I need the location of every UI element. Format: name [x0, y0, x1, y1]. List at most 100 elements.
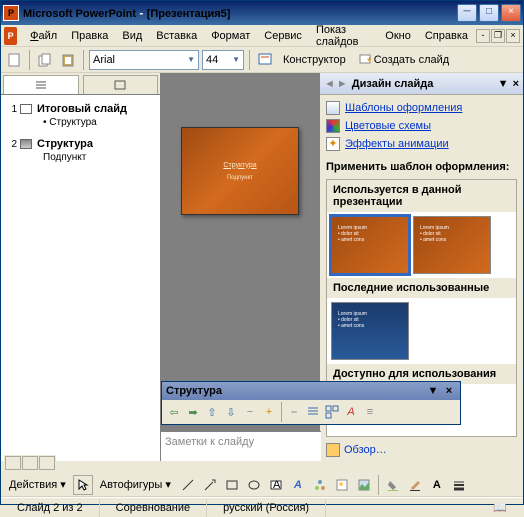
browse-link[interactable]: Обзор… [344, 444, 387, 456]
font-combo[interactable]: Arial▼ [89, 50, 199, 70]
drawing-toolbar: Действия ▾ Автофигуры ▾ A A A [1, 473, 523, 497]
normal-view-button[interactable] [5, 456, 21, 470]
copy-icon[interactable] [35, 50, 55, 70]
select-icon[interactable] [73, 475, 93, 495]
pane-close-icon[interactable]: × [513, 78, 519, 90]
menu-help[interactable]: Справка [418, 28, 475, 44]
nav-fwd-icon[interactable]: ► [337, 78, 348, 90]
nav-back-icon[interactable]: ◄ [324, 78, 335, 90]
spellcheck-icon[interactable]: 📖 [493, 501, 507, 514]
font-color-icon[interactable]: A [427, 475, 447, 495]
menu-window[interactable]: Окно [378, 28, 418, 44]
templates-link[interactable]: Шаблоны оформления [345, 102, 462, 114]
status-slide: Слайд 2 из 2 [1, 499, 100, 517]
collapse-icon[interactable]: − [241, 403, 259, 421]
main-area: 1Итоговый слайд Структура 2Структура Под… [1, 73, 523, 461]
menu-format[interactable]: Формат [204, 28, 257, 44]
doc-minimize-button[interactable]: - [476, 29, 490, 43]
paste-icon[interactable] [58, 50, 78, 70]
new-icon[interactable] [4, 50, 24, 70]
designer-button[interactable]: Конструктор [278, 50, 351, 70]
statusbar: Слайд 2 из 2 Соревнование русский (Росси… [1, 497, 523, 517]
view-buttons [4, 455, 56, 473]
rect-icon[interactable] [222, 475, 242, 495]
design-icon[interactable] [255, 50, 275, 70]
colors-link[interactable]: Цветовые схемы [345, 120, 431, 132]
line-color-icon[interactable] [405, 475, 425, 495]
menu-file[interactable]: Файл [23, 28, 64, 44]
fill-color-icon[interactable] [383, 475, 403, 495]
new-slide-button[interactable]: *Создать слайд [354, 50, 454, 70]
doc-restore-button[interactable]: ❐ [491, 29, 505, 43]
picture-icon[interactable] [354, 475, 374, 495]
textbox-icon[interactable]: A [266, 475, 286, 495]
line-icon[interactable] [178, 475, 198, 495]
template-thumb-current[interactable]: Lorem ipsum• dolor sit• amet cons [331, 216, 409, 274]
toolbar-options-icon[interactable]: ≡ [361, 403, 379, 421]
expand-all-icon[interactable] [304, 403, 322, 421]
outline-pane: 1Итоговый слайд Структура 2Структура Под… [1, 73, 161, 461]
menu-insert[interactable]: Вставка [149, 28, 204, 44]
status-lang: русский (Россия) [207, 499, 326, 517]
menu-view[interactable]: Вид [115, 28, 149, 44]
outline-sub-2[interactable]: Подпункт [5, 152, 156, 163]
notes-pane[interactable]: Заметки к слайду [161, 431, 321, 461]
status-theme: Соревнование [100, 499, 208, 517]
formatting-icon[interactable]: A [342, 403, 360, 421]
design-header: ◄ ► Дизайн слайда ▼ × [320, 73, 523, 95]
oval-icon[interactable] [244, 475, 264, 495]
browse-icon [326, 443, 340, 457]
svg-text:*: * [367, 56, 371, 66]
structure-dropdown-icon[interactable]: ▼ [426, 385, 440, 397]
diagram-icon[interactable] [310, 475, 330, 495]
slideshow-view-button[interactable] [39, 456, 55, 470]
actions-button[interactable]: Действия ▾ [4, 475, 71, 495]
outline-list[interactable]: 1Итоговый слайд Структура 2Структура Под… [1, 95, 160, 461]
arrow-icon[interactable] [200, 475, 220, 495]
maximize-button[interactable]: □ [479, 4, 499, 22]
minimize-button[interactable]: ─ [457, 4, 477, 22]
sorter-view-button[interactable] [22, 456, 38, 470]
size-combo[interactable]: 44▼ [202, 50, 244, 70]
outline-tab[interactable] [3, 75, 79, 94]
menu-service[interactable]: Сервис [257, 28, 309, 44]
slide-body: Подпункт [227, 175, 253, 181]
structure-toolbar[interactable]: Структура▼× ⇦ ➡ ⇧ ⇩ − + ⎯ A ≡ [161, 381, 461, 425]
demote-icon[interactable]: ➡ [184, 403, 202, 421]
app-icon: P [3, 5, 19, 21]
pane-dropdown-icon[interactable]: ▼ [498, 78, 509, 90]
svg-text:A: A [273, 479, 281, 491]
structure-header[interactable]: Структура▼× [162, 382, 460, 400]
titlebar: P Microsoft PowerPoint - [Презентация5] … [1, 1, 523, 25]
outline-title-2[interactable]: Структура [37, 138, 93, 150]
menu-edit[interactable]: Правка [64, 28, 115, 44]
effects-link[interactable]: Эффекты анимации [345, 138, 449, 150]
outline-title-1[interactable]: Итоговый слайд [37, 103, 127, 115]
doc-close-button[interactable]: × [506, 29, 520, 43]
expand-icon[interactable]: + [260, 403, 278, 421]
line-style-icon[interactable] [449, 475, 469, 495]
effects-icon: ✦ [326, 137, 340, 151]
move-up-icon[interactable]: ⇧ [203, 403, 221, 421]
promote-icon[interactable]: ⇦ [165, 403, 183, 421]
move-down-icon[interactable]: ⇩ [222, 403, 240, 421]
template-thumb-2[interactable]: Lorem ipsum• dolor sit• amet cons [413, 216, 491, 274]
collapse-all-icon[interactable]: ⎯ [285, 403, 303, 421]
summary-icon[interactable] [323, 403, 341, 421]
doc-icon[interactable]: P [4, 27, 17, 45]
slides-tab[interactable] [83, 75, 159, 94]
autoshapes-button[interactable]: Автофигуры ▾ [95, 475, 176, 495]
menu-slideshow[interactable]: Показ слайдов [309, 22, 378, 50]
slide-preview[interactable]: Структура Подпункт [181, 127, 299, 215]
close-button[interactable]: × [501, 4, 521, 22]
structure-close-icon[interactable]: × [442, 385, 456, 397]
outline-sub-1[interactable]: Структура [5, 117, 156, 128]
clipart-icon[interactable] [332, 475, 352, 495]
toolbar: Arial▼ 44▼ Конструктор *Создать слайд [1, 47, 523, 73]
slide-editor[interactable]: Структура Подпункт Структура▼× ⇦ ➡ ⇧ ⇩ −… [161, 73, 319, 461]
wordart-icon[interactable]: A [288, 475, 308, 495]
recent-section: Последние использованные [327, 278, 516, 298]
menubar: P Файл Правка Вид Вставка Формат Сервис … [1, 25, 523, 47]
title-text: Microsoft PowerPoint - [Презентация5] [23, 6, 457, 20]
template-thumb-recent[interactable]: Lorem ipsum• dolor sit• amet cons [331, 302, 409, 360]
